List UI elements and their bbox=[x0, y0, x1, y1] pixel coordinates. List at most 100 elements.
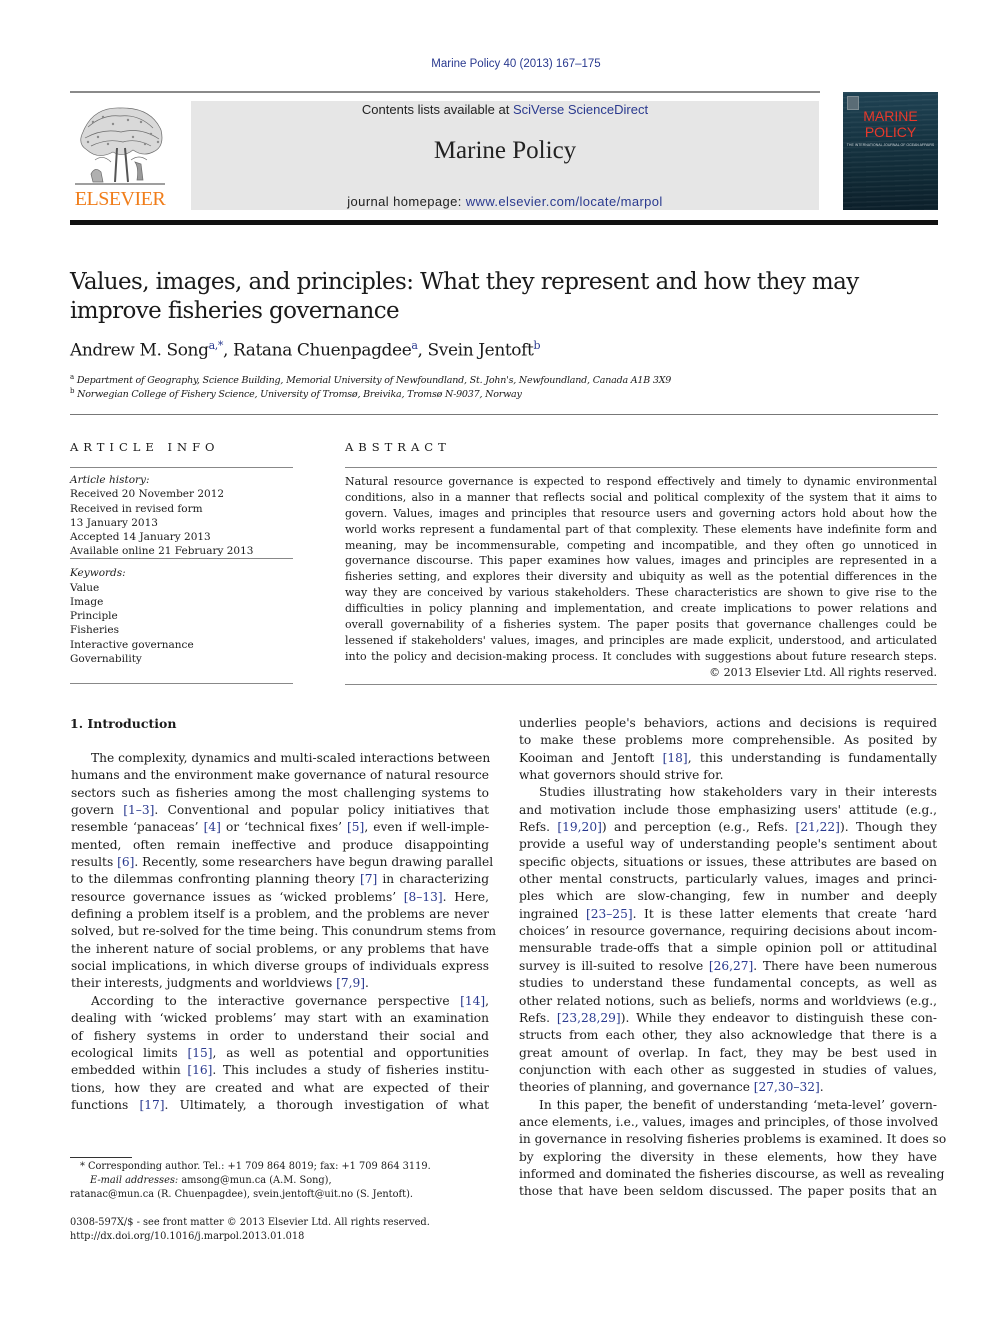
article-title: Values, images, and principles: What the… bbox=[70, 268, 930, 326]
keywords-rule bbox=[70, 683, 293, 684]
author-affiliation-mark[interactable]: b bbox=[533, 339, 540, 352]
author-name[interactable]: Andrew M. Song bbox=[70, 341, 209, 361]
homepage-link[interactable]: www.elsevier.com/locate/marpol bbox=[466, 194, 663, 209]
journal-citation[interactable]: Marine Policy 40 (2013) 167–175 bbox=[0, 58, 992, 70]
author-name[interactable]: Ratana Chuenpagdee bbox=[233, 341, 412, 361]
section-heading-introduction: 1. Introduction bbox=[70, 716, 177, 731]
body-line: ples which are slow-changing, few in num… bbox=[519, 889, 937, 904]
body-line: those that have been seldom discussed. T… bbox=[519, 1184, 937, 1199]
citation-link[interactable]: [8–13] bbox=[404, 890, 443, 904]
keyword: Fisheries bbox=[70, 624, 119, 636]
body-line: underlies people's behaviors, actions an… bbox=[519, 716, 937, 730]
body-line: results [6]. Recently, some researchers … bbox=[71, 855, 494, 870]
body-line: defining a problem itself is a problem, … bbox=[71, 907, 489, 922]
citation-link[interactable]: [21,22] bbox=[796, 820, 840, 834]
body-line: tions, how they are created and what are… bbox=[71, 1080, 489, 1095]
header-thick-rule bbox=[70, 220, 938, 225]
keyword: Interactive governance bbox=[70, 639, 194, 651]
citation-link[interactable]: [4] bbox=[204, 820, 221, 834]
abstract-line: way they are conceived by various stakeh… bbox=[345, 586, 937, 600]
elsevier-tree-icon bbox=[75, 107, 165, 185]
body-line: to make these problems more comprehensib… bbox=[519, 733, 937, 748]
body-line: by exploring the diversity in these elem… bbox=[519, 1149, 937, 1164]
citation-link[interactable]: [18] bbox=[663, 751, 688, 765]
body-line: in governance in resolving fisheries pro… bbox=[519, 1132, 947, 1147]
email-song[interactable]: amsong@mun.ca (A.M. Song), bbox=[178, 1175, 331, 1186]
body-line: Refs. [23,28,29]). While they endeavor t… bbox=[519, 1010, 937, 1025]
abstract-rule bbox=[345, 467, 937, 468]
citation-link[interactable]: [16] bbox=[187, 1063, 212, 1077]
history-rule bbox=[70, 558, 293, 559]
affiliation-text: Department of Geography, Science Buildin… bbox=[76, 375, 672, 387]
body-line: In this paper, the benefit of understand… bbox=[539, 1097, 937, 1112]
elsevier-logo[interactable]: ELSEVIER bbox=[70, 100, 170, 212]
citation-link[interactable]: [27,30–32] bbox=[754, 1080, 820, 1094]
journal-banner: Contents lists available at SciVerse Sci… bbox=[191, 101, 819, 210]
citation-link[interactable]: [14] bbox=[460, 994, 485, 1008]
journal-cover-thumbnail[interactable]: MARINE POLICY THE INTERNATIONAL JOURNAL … bbox=[843, 92, 938, 210]
body-line: conjunction with each other as suggested… bbox=[519, 1062, 937, 1077]
citation-link[interactable]: [23,28,29] bbox=[557, 1011, 621, 1025]
citation-link[interactable]: [17] bbox=[140, 1098, 165, 1112]
body-line: ance elements, i.e., values, images and … bbox=[519, 1114, 939, 1129]
sciencedirect-link[interactable]: SciVerse ScienceDirect bbox=[513, 102, 648, 117]
citation-link[interactable]: [15] bbox=[187, 1046, 212, 1060]
affiliation: a Department of Geography, Science Build… bbox=[70, 373, 671, 386]
citation-link[interactable]: [19,20] bbox=[557, 820, 601, 834]
body-line: Kooiman and Jentoft [18], this understan… bbox=[519, 750, 937, 765]
author-affiliation-mark[interactable]: a,* bbox=[209, 339, 224, 352]
keyword: Principle bbox=[70, 610, 118, 622]
header-rule bbox=[70, 91, 820, 93]
body-line: According to the interactive governance … bbox=[91, 993, 489, 1008]
abstract-line: lessened if stakeholders' values, images… bbox=[345, 633, 937, 647]
abstract-heading: ABSTRACT bbox=[345, 440, 451, 454]
affiliation-mark: a bbox=[70, 373, 74, 381]
keyword: Value bbox=[70, 582, 100, 594]
citation-link[interactable]: [26,27] bbox=[709, 959, 753, 973]
body-line: other related notions, such as beliefs, … bbox=[519, 993, 937, 1008]
abstract-line: difficulties in policy planning and impl… bbox=[345, 602, 937, 616]
journal-title: Marine Policy bbox=[433, 137, 577, 164]
body-line: embedded within [16]. This includes a st… bbox=[71, 1063, 490, 1078]
keyword: Image bbox=[70, 596, 104, 608]
body-line: and motivation include those emphasizing… bbox=[519, 802, 937, 817]
history-entry: Received in revised form bbox=[70, 503, 203, 515]
abstract-line: meaning, may be incommensurable, competi… bbox=[345, 538, 937, 552]
citation-link[interactable]: [1–3] bbox=[123, 803, 154, 817]
body-line: choices’ in resource governance, requiri… bbox=[519, 924, 937, 939]
abstract-line: Natural resource governance is expected … bbox=[345, 475, 937, 488]
corresponding-author-note: * Corresponding author. Tel.: +1 709 864… bbox=[80, 1161, 431, 1172]
elsevier-wordmark: ELSEVIER bbox=[74, 188, 166, 210]
body-line: theories of planning, and governance [27… bbox=[519, 1080, 824, 1095]
citation-link[interactable]: [5] bbox=[347, 820, 364, 834]
author-name[interactable]: Svein Jentoft bbox=[428, 341, 534, 361]
citation-link[interactable]: [6] bbox=[117, 855, 134, 869]
article-info-rule bbox=[70, 467, 293, 468]
abstract-copyright: © 2013 Elsevier Ltd. All rights reserved… bbox=[709, 665, 937, 679]
homepage-prefix: journal homepage: bbox=[347, 194, 466, 209]
author-separator: , bbox=[417, 340, 428, 361]
body-line: informed and dominated the fisheries dis… bbox=[519, 1166, 945, 1181]
citation-link[interactable]: [7,9] bbox=[336, 976, 365, 990]
body-line: studies to understand these fundamental … bbox=[519, 976, 937, 991]
abstract-line: overall governability of a fisheries sys… bbox=[345, 618, 937, 632]
article-title-line1: Values, images, and principles: What the… bbox=[70, 269, 859, 295]
body-line: of fishery systems in order to understan… bbox=[71, 1028, 489, 1043]
article-history-label: Article history: bbox=[70, 474, 150, 486]
citation-link[interactable]: [23–25] bbox=[586, 907, 633, 921]
email-addresses: E-mail addresses: amsong@mun.ca (A.M. So… bbox=[90, 1174, 332, 1188]
history-entry: Received 20 November 2012 bbox=[70, 488, 225, 500]
article-title-line2: improve fisheries governance bbox=[70, 298, 400, 324]
abstract-line: govern. Values, images and principles th… bbox=[345, 506, 937, 520]
email-addresses-continued[interactable]: ratanac@mun.ca (R. Chuenpagdee), svein.j… bbox=[70, 1188, 413, 1202]
body-line: social implications, in which diverse gr… bbox=[71, 959, 489, 974]
body-line: survey is ill-suited to resolve [26,27].… bbox=[519, 958, 938, 973]
contents-prefix: Contents lists available at bbox=[361, 102, 513, 117]
affiliation-mark: b bbox=[70, 387, 75, 395]
body-line: provide a useful way of understanding pe… bbox=[519, 837, 937, 852]
history-entry: Accepted 14 January 2013 bbox=[70, 531, 211, 543]
body-line: great amount of overlap. In fact, they m… bbox=[519, 1045, 937, 1060]
doi-link[interactable]: http://dx.doi.org/10.1016/j.marpol.2013.… bbox=[70, 1230, 304, 1244]
citation-link[interactable]: [7] bbox=[360, 872, 377, 886]
body-line: govern [1–3]. Conventional and popular p… bbox=[71, 803, 489, 818]
